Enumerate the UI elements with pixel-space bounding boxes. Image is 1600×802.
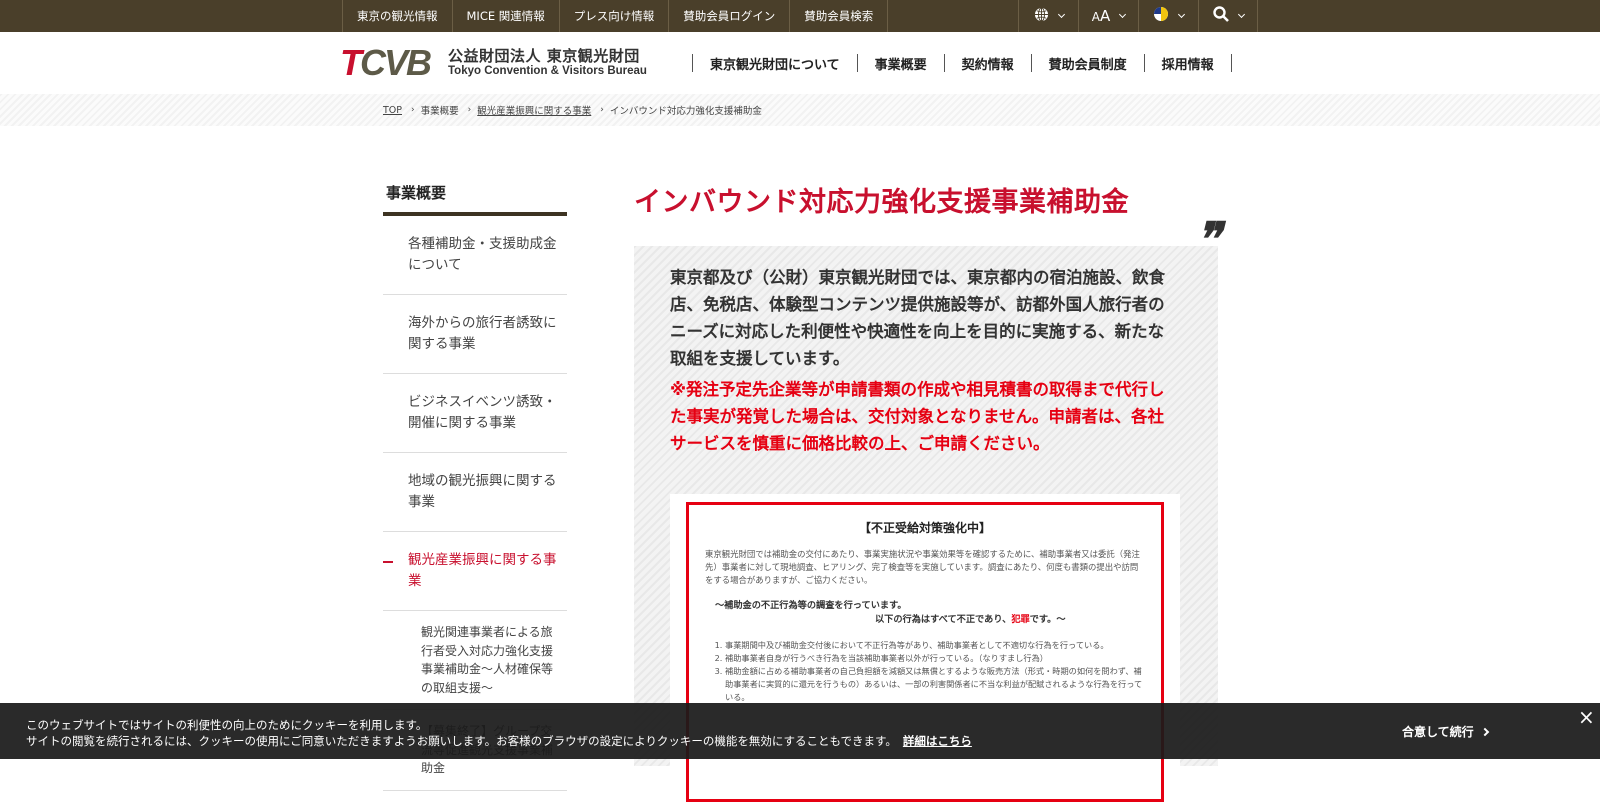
org-name-jp: 公益財団法人 東京観光財団: [448, 47, 640, 66]
nav-about[interactable]: 東京観光財団について: [692, 54, 857, 73]
link-member-login[interactable]: 賛助会員ログイン: [668, 0, 789, 32]
notice-subheading: ～補助金の不正行為等の調査を行っています。: [715, 600, 907, 611]
nav-membership[interactable]: 賛助会員制度: [1030, 54, 1144, 73]
notice-list: 事業期間中及び補助金交付後において不正行為等があり、補助事業者として不適切な行為…: [705, 639, 1145, 704]
cookie-line-1: このウェブサイトではサイトの利便性の向上のためにクッキーを利用します。: [26, 718, 428, 732]
nav-contract[interactable]: 契約情報: [943, 54, 1031, 73]
search-icon: [1212, 6, 1229, 26]
breadcrumb-current: インバウンド対応力強化支援補助金: [609, 106, 762, 117]
side-nav: 事業概要 各種補助金・支援助成金について 海外からの旅行者誘致に関する事業 ビジ…: [383, 176, 567, 791]
breadcrumb-business: 事業概要: [420, 106, 459, 117]
content-box: 東京都及び（公財）東京観光財団では、東京都内の宿泊施設、飲食店、免税店、体験型コ…: [634, 246, 1218, 802]
side-nav-item-regional[interactable]: 地域の観光振興に関する事業: [383, 453, 567, 532]
close-icon[interactable]: ×: [1578, 707, 1595, 727]
cookie-agree-label: 合意して続行: [1402, 725, 1474, 739]
side-nav-item-business-events[interactable]: ビジネスイベンツ誘致・開催に関する事業: [383, 374, 567, 453]
notice-list-item: 補助金額に占める補助事業者の自己負担額を減額又は無償とするような販売方法（形式・…: [725, 665, 1145, 704]
cookie-message: このウェブサイトではサイトの利便性の向上のためにクッキーを利用します。 サイトの…: [26, 717, 972, 749]
site-logo[interactable]: TCVB 公益財団法人 東京観光財団 Tokyo Convention & Vi…: [340, 42, 647, 83]
org-name-en: Tokyo Convention & Visitors Bureau: [448, 64, 647, 77]
tcvb-logo-mark: TCVB: [340, 42, 432, 83]
color-scheme-icon: [1153, 6, 1169, 26]
side-nav-item-industry[interactable]: 観光産業振興に関する事業: [383, 532, 567, 611]
cookie-banner: このウェブサイトではサイトの利便性の向上のためにクッキーを利用します。 サイトの…: [0, 703, 1600, 759]
link-tokyo-tourism[interactable]: 東京の観光情報: [342, 0, 452, 32]
chevron-right-icon: ›: [411, 105, 415, 115]
nav-recruit[interactable]: 採用情報: [1143, 54, 1232, 73]
breadcrumb-industry[interactable]: 観光産業振興に関する事業: [477, 103, 591, 117]
global-nav: 東京観光財団について 事業概要 契約情報 賛助会員制度 採用情報: [692, 54, 1232, 73]
cookie-agree-button[interactable]: 合意して続行: [1402, 723, 1489, 740]
notice-list-item: 事業期間中及び補助金交付後において不正行為等があり、補助事業者として不適切な行為…: [725, 639, 1145, 652]
side-nav-heading: 事業概要: [383, 176, 567, 216]
nav-business[interactable]: 事業概要: [856, 54, 944, 73]
lead-text: 東京都及び（公財）東京観光財団では、東京都内の宿泊施設、飲食店、免税店、体験型コ…: [670, 268, 1165, 368]
breadcrumb-band: TOP › 事業概要 › 観光産業振興に関する事業 › インバウンド対応力強化支…: [0, 94, 1600, 126]
chevron-down-icon: [1177, 10, 1186, 19]
notice-heading: 【不正受給対策強化中】: [858, 521, 991, 535]
font-size-icon: AA: [1091, 7, 1111, 25]
notice-intro: 東京観光財団では補助金の交付にあたり、事業実施状況や事業効果等を確認するために、…: [705, 549, 1140, 585]
site-header: TCVB 公益財団法人 東京観光財団 Tokyo Convention & Vi…: [0, 32, 1600, 94]
globe-icon: [1034, 6, 1049, 26]
chevron-down-icon: [1119, 10, 1127, 19]
cookie-line-2: サイトの閲覧を続行されるには、クッキーの使用にご同意いただきますようお願いします…: [26, 734, 897, 748]
notice-list-item: 補助事業者自身が行うべき行為を当該補助事業者以外が行っている。（なりすまし行為）: [725, 652, 1145, 665]
chevron-down-icon: [1237, 10, 1245, 19]
link-press[interactable]: プレス向け情報: [558, 0, 669, 32]
breadcrumb: TOP › 事業概要 › 観光産業振興に関する事業 › インバウンド対応力強化支…: [383, 103, 762, 118]
language-button[interactable]: [1018, 0, 1078, 32]
side-nav-subitem-hr[interactable]: 観光関連事業者による旅行者受入対応力強化支援事業補助金～人材確保等の取組支援～: [383, 611, 567, 710]
search-button[interactable]: [1198, 0, 1258, 32]
breadcrumb-top[interactable]: TOP: [383, 105, 402, 116]
color-scheme-button[interactable]: [1138, 0, 1198, 32]
link-member-search[interactable]: 賛助会員検索: [789, 0, 889, 32]
utility-links: 東京の観光情報 MICE 関連情報 プレス向け情報 賛助会員ログイン 賛助会員検…: [342, 0, 889, 32]
cookie-detail-link[interactable]: 詳細はこちら: [903, 734, 972, 748]
page-title: インバウンド対応力強化支援事業補助金: [634, 187, 1129, 218]
chevron-right-icon: [1480, 727, 1489, 736]
org-name: 公益財団法人 東京観光財団 Tokyo Convention & Visitor…: [448, 48, 647, 77]
notice-subheading-2: 以下の行為はすべて不正であり、犯罪です。～: [875, 614, 1066, 625]
utility-tools: AA: [1018, 0, 1258, 32]
side-nav-item-subsidies[interactable]: 各種補助金・支援助成金について: [383, 216, 567, 295]
side-nav-item-overseas[interactable]: 海外からの旅行者誘致に関する事業: [383, 295, 567, 374]
warning-text: ※発注予定先企業等が申請書類の作成や相見積書の取得まで代行した事実が発覚した場合…: [670, 380, 1165, 453]
chevron-down-icon: [1057, 10, 1065, 19]
link-mice[interactable]: MICE 関連情報: [451, 0, 559, 32]
font-size-button[interactable]: AA: [1078, 0, 1138, 32]
chevron-right-icon: ›: [467, 105, 472, 115]
utility-bar: 東京の観光情報 MICE 関連情報 プレス向け情報 賛助会員ログイン 賛助会員検…: [0, 0, 1600, 32]
chevron-right-icon: ›: [600, 105, 604, 115]
